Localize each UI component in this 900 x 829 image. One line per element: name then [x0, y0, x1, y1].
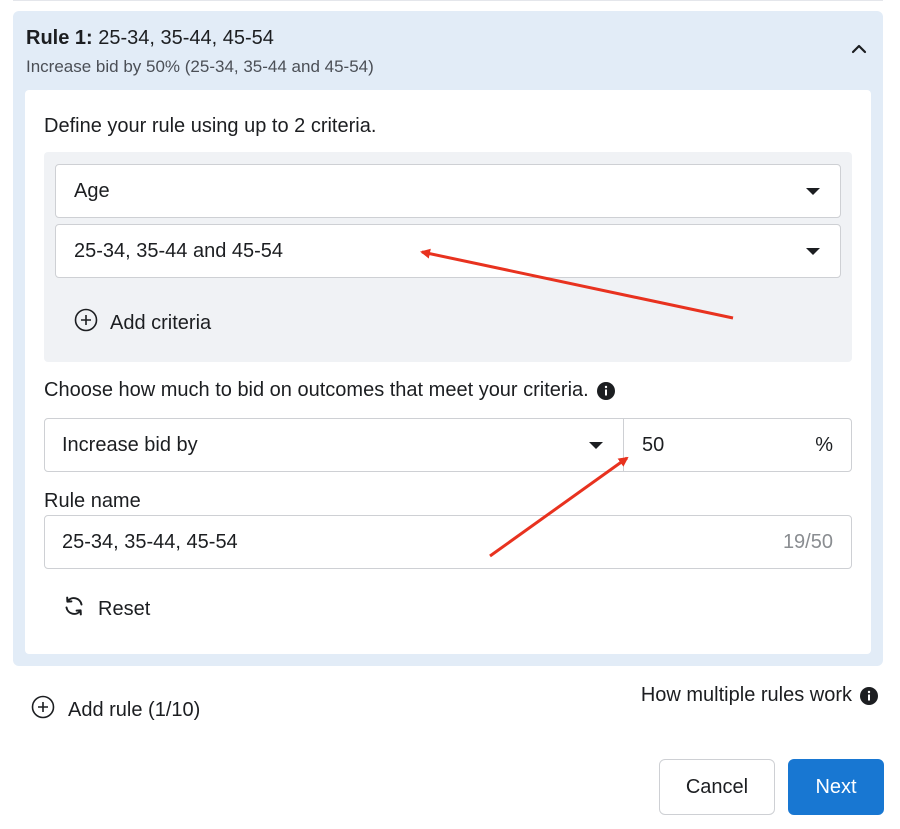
how-multiple-rules-link[interactable]: How multiple rules work [641, 684, 878, 707]
chevron-up-icon[interactable] [847, 37, 871, 61]
criteria-field-select[interactable]: Age [55, 164, 841, 218]
rule-editor-panel: Define your rule using up to 2 criteria.… [25, 90, 871, 654]
reset-label: Reset [98, 597, 151, 620]
next-button[interactable]: Next [788, 759, 884, 815]
refresh-icon [62, 594, 86, 624]
caret-down-icon [806, 187, 820, 195]
rule-name-label: Rule name [44, 490, 141, 512]
info-icon[interactable] [596, 381, 615, 400]
bid-mode-select[interactable]: Increase bid by [45, 419, 624, 471]
cancel-button[interactable]: Cancel [659, 759, 775, 815]
criteria-field-value: Age [74, 179, 110, 202]
rule-name-counter: 19/50 [782, 530, 833, 553]
add-rule-button[interactable]: Add rule (1/10) [31, 695, 200, 725]
bid-mode-value: Increase bid by [62, 433, 198, 456]
add-criteria-button[interactable]: Add criteria [74, 308, 211, 338]
criteria-range-value: 25-34, 35-44 and 45-54 [74, 239, 284, 262]
rule-name-input[interactable] [62, 530, 662, 554]
bid-label-text: Choose how much to bid on outcomes that … [44, 379, 589, 401]
reset-button[interactable]: Reset [62, 594, 150, 624]
rule-name-field: 19/50 [44, 515, 852, 569]
caret-down-icon [589, 441, 603, 449]
criteria-range-select[interactable]: 25-34, 35-44 and 45-54 [55, 224, 841, 278]
bid-row: Increase bid by % [44, 418, 852, 472]
rule-title-value: 25-34, 35-44, 45-54 [92, 27, 274, 49]
plus-circle-icon [31, 695, 55, 725]
rule-subtitle: Increase bid by 50% (25-34, 35-44 and 45… [26, 57, 374, 76]
rule-card: Rule 1: 25-34, 35-44, 45-54 Increase bid… [13, 11, 883, 666]
criteria-box: Age 25-34, 35-44 and 45-54 Add criteria [44, 152, 852, 362]
how-rules-label: How multiple rules work [640, 684, 852, 706]
add-criteria-label: Add criteria [110, 311, 212, 334]
add-rule-label: Add rule (1/10) [68, 698, 201, 721]
bid-amount-input[interactable] [642, 433, 762, 457]
bid-label: Choose how much to bid on outcomes that … [44, 379, 615, 402]
caret-down-icon [806, 247, 820, 255]
bid-unit: % [815, 433, 833, 456]
info-icon [860, 686, 878, 705]
plus-circle-icon [74, 308, 98, 338]
define-rule-label: Define your rule using up to 2 criteria. [44, 115, 377, 137]
bid-amount-field: % [624, 419, 851, 471]
rule-title-prefix: Rule 1: [26, 27, 93, 49]
rule-title: Rule 1: 25-34, 35-44, 45-54 [26, 27, 274, 50]
top-divider [13, 0, 883, 1]
